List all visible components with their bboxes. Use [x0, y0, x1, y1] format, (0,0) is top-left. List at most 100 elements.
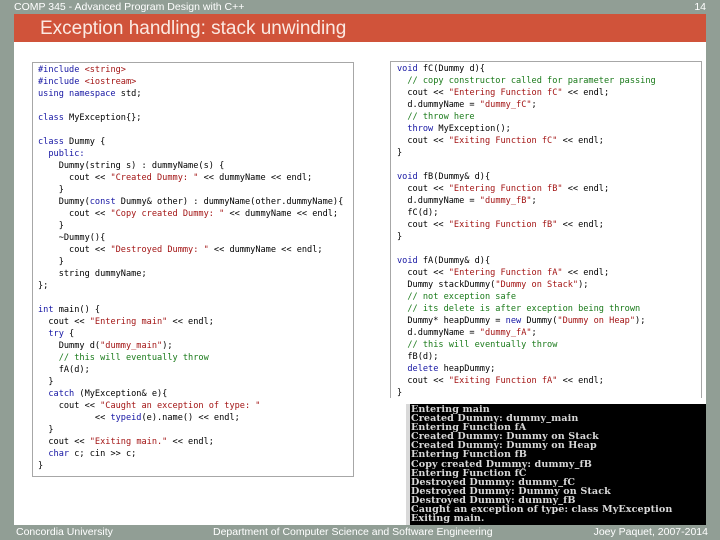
code-text: ; — [531, 196, 537, 206]
code-text: ; — [531, 328, 537, 338]
code-text: << endl; — [167, 437, 214, 447]
code-text: fA(d); — [38, 365, 90, 375]
code-text: cout << — [397, 136, 449, 146]
code-text: cout << — [38, 401, 101, 411]
code-line: throw MyException(); — [397, 123, 656, 135]
code-line: d.dummyName = "dummy_fC"; — [397, 99, 656, 111]
console-output-window: Entering main Created Dummy: dummy_main … — [410, 404, 706, 525]
code-string: "Entering main" — [89, 317, 168, 327]
code-text: << endl; — [562, 88, 610, 98]
code-line: Dummy(string s) : dummyName(s) { — [38, 160, 343, 172]
code-comment: // its delete is after exception being t… — [397, 304, 641, 314]
code-text: << dummyName << endl; — [208, 245, 323, 255]
code-text: Dummy d( — [38, 341, 101, 351]
code-line: d.dummyName = "dummy_fB"; — [397, 195, 656, 207]
code-line: } — [38, 460, 343, 472]
code-string: "Exiting Function fB" — [448, 220, 558, 230]
code-comment: // this will eventually throw — [38, 353, 209, 363]
code-text: Dummy& other) : dummyName(other.dummyNam… — [115, 197, 344, 207]
code-line: } — [38, 220, 343, 232]
code-line: } — [38, 376, 343, 388]
code-line: catch (MyException& e){ — [38, 388, 343, 400]
code-string: "Entering Function fA" — [448, 268, 563, 278]
code-text: ); — [635, 316, 646, 326]
code-keyword: catch — [38, 389, 75, 399]
code-line: Dummy d("dummy_main"); — [38, 340, 343, 352]
code-line: cout << "Destroyed Dummy: " << dummyName… — [38, 244, 343, 256]
code-text: main() { — [53, 305, 101, 315]
code-text: cout << — [38, 209, 111, 219]
code-line: } — [38, 424, 343, 436]
code-keyword: throw — [397, 124, 434, 134]
code-keyword: class — [38, 137, 70, 147]
code-text: } — [38, 257, 64, 267]
code-text: fA(Dummy& d){ — [417, 256, 491, 266]
code-line: #include <iostream> — [38, 76, 343, 88]
code-text: }; — [38, 281, 49, 291]
code-line: d.dummyName = "dummy_fA"; — [397, 327, 656, 339]
code-keyword: using namespace — [38, 89, 121, 99]
code-line: cout << "Exiting Function fB" << endl; — [397, 219, 656, 231]
code-line: cout << "Entering Function fA" << endl; — [397, 267, 656, 279]
code-text: } — [397, 388, 403, 398]
code-text: d.dummyName = — [397, 196, 480, 206]
code-panel-functions: void fC(Dummy d){ // copy constructor ca… — [390, 61, 702, 398]
code-line: int main() { — [38, 304, 343, 316]
code-comment: // throw here — [397, 112, 475, 122]
code-string: "Caught an exception of type: " — [100, 401, 261, 411]
footer-university: Concordia University — [16, 526, 113, 538]
slide-number: 14 — [694, 1, 706, 13]
code-text: } — [38, 221, 64, 231]
code-string: "dummy_fC" — [479, 100, 532, 110]
code-keyword: void — [397, 256, 418, 266]
code-string: "dummy_main" — [100, 341, 163, 351]
code-text: cout << — [397, 184, 449, 194]
code-line: fA(d); — [38, 364, 343, 376]
code-text: fB(Dummy& d){ — [417, 172, 491, 182]
footer: Concordia University Department of Compu… — [0, 525, 720, 540]
code-text: cout << — [38, 437, 90, 447]
code-keyword: public: — [38, 149, 85, 159]
code-line: cout << "Created Dummy: " << dummyName <… — [38, 172, 343, 184]
code-text: << dummyName << endl; — [224, 209, 339, 219]
code-keyword: new — [505, 316, 522, 326]
code-line: }; — [38, 280, 343, 292]
code-line: } — [397, 387, 656, 399]
code-line: // copy constructor called for parameter… — [397, 75, 656, 87]
code-text: fC(Dummy d){ — [417, 64, 485, 74]
code-text: Dummy( — [521, 316, 558, 326]
code-comment: // copy constructor called for parameter… — [397, 76, 656, 86]
code-string: "Copy created Dummy: " — [110, 209, 225, 219]
code-line: } — [38, 256, 343, 268]
console-output-text: Entering main Created Dummy: dummy_main … — [411, 404, 673, 525]
code-string: <iostream> — [84, 77, 137, 87]
code-text: cout << — [397, 88, 449, 98]
code-line: delete heapDummy; — [397, 363, 656, 375]
code-line: cout << "Exiting main." << endl; — [38, 436, 343, 448]
code-text: } — [38, 461, 44, 471]
code-line: cout << "Entering Function fC" << endl; — [397, 87, 656, 99]
code-line: cout << "Exiting Function fA" << endl; — [397, 375, 656, 387]
code-line: try { — [38, 328, 343, 340]
code-text: << endl; — [562, 184, 610, 194]
code-keyword: #include — [38, 77, 85, 87]
footer-department: Department of Computer Science and Softw… — [213, 526, 493, 538]
course-title: COMP 345 - Advanced Program Design with … — [14, 1, 245, 13]
code-line: using namespace std; — [38, 88, 343, 100]
code-keyword: delete — [397, 364, 439, 374]
code-text: ); — [162, 341, 173, 351]
code-line: << typeid(e).name() << endl; — [38, 412, 343, 424]
code-text: Dummy stackDummy( — [397, 280, 496, 290]
code-text: Dummy( — [38, 197, 90, 207]
code-text: fB(d); — [397, 352, 439, 362]
code-text: << endl; — [167, 317, 214, 327]
code-line: string dummyName; — [38, 268, 343, 280]
code-line: fB(d); — [397, 351, 656, 363]
code-text: Dummy* heapDummy = — [397, 316, 506, 326]
code-line: public: — [38, 148, 343, 160]
code-text: Dummy { — [69, 137, 106, 147]
code-string: "Dummy on Stack" — [495, 280, 579, 290]
